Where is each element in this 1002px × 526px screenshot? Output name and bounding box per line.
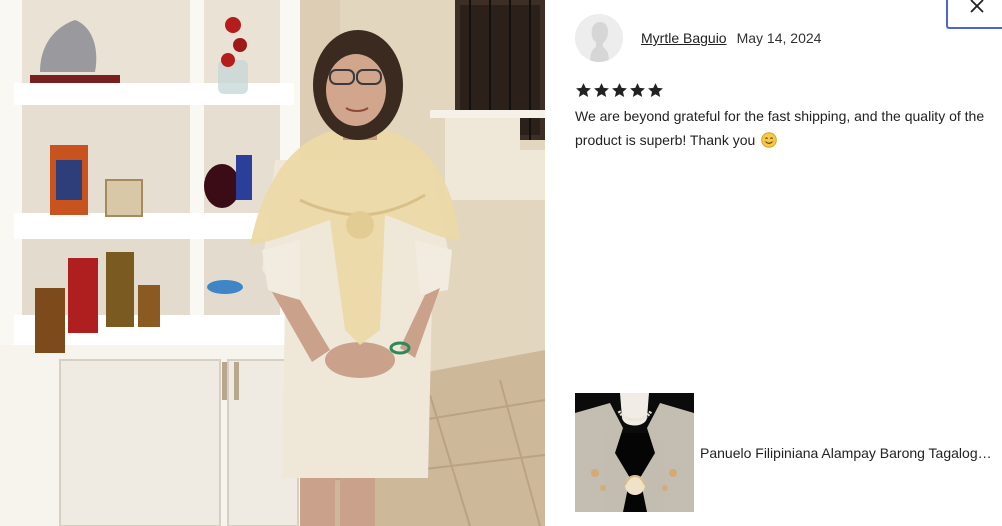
close-icon[interactable] [970,0,984,14]
reviewer-name-link[interactable]: Myrtle Baguio [641,30,727,46]
close-button[interactable] [946,0,1002,29]
default-avatar-icon[interactable] [575,14,623,62]
star-icon [593,82,610,99]
product-name[interactable]: Panuelo Filipiniana Alampay Barong Tagal… [700,445,992,461]
product-thumbnail[interactable] [575,393,694,512]
review-panel: Myrtle Baguio May 14, 2024 We are beyond… [545,0,1002,526]
review-date: May 14, 2024 [736,30,822,46]
star-icon [575,82,592,99]
star-icon [629,82,646,99]
star-rating [575,82,664,99]
smiling-face-emoji-icon [761,131,777,155]
reviewed-product-link[interactable]: Panuelo Filipiniana Alampay Barong Tagal… [575,393,992,512]
review-body: We are beyond grateful for the fast ship… [575,108,985,148]
review-text: We are beyond grateful for the fast ship… [575,104,990,155]
star-icon [611,82,628,99]
review-photo [0,0,545,526]
reviewer-row: Myrtle Baguio May 14, 2024 [575,14,821,62]
star-icon [647,82,664,99]
review-lightbox: Myrtle Baguio May 14, 2024 We are beyond… [0,0,1002,526]
